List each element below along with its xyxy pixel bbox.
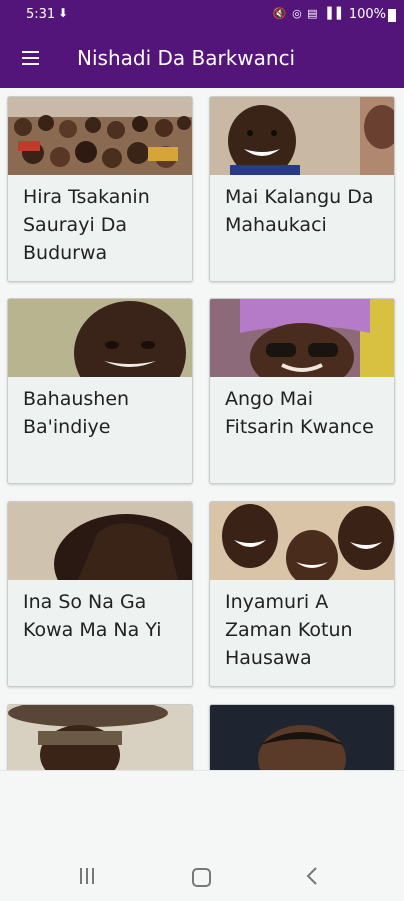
article-title: Inyamuri A Zaman Kotun Hausawa — [225, 591, 353, 669]
download-icon: ⬇ — [58, 6, 69, 20]
article-image-face-in-hands — [8, 502, 192, 580]
article-title: Ina So Na Ga Kowa Ma Na Yi — [23, 591, 162, 641]
article-grid[interactable]: Hira Tsakanin Saurayi Da Budurwa Mai Kal… — [0, 88, 404, 770]
article-image-crowd — [8, 97, 192, 175]
app-title: Nishadi Da Barkwanci — [77, 46, 296, 70]
battery-percent: 100% — [348, 7, 386, 22]
article-card[interactable]: Ina So Na Ga Kowa Ma Na Yi — [7, 501, 193, 687]
menu-icon[interactable] — [22, 51, 39, 65]
app-bar: Nishadi Da Barkwanci — [0, 30, 404, 88]
article-card[interactable] — [7, 704, 193, 770]
battery-icon — [388, 9, 396, 22]
article-image-laughing-boy — [210, 97, 394, 175]
status-time: 5:31 — [26, 7, 56, 22]
article-image-laughing-children — [210, 502, 394, 580]
article-card[interactable]: Inyamuri A Zaman Kotun Hausawa — [209, 501, 395, 687]
article-card[interactable]: Mai Kalangu Da Mahaukaci — [209, 96, 395, 282]
signal-icons: 🔇 ◎ ▤ ▐▐ — [272, 7, 342, 20]
article-image-man-portrait — [210, 705, 394, 770]
status-bar: 5:31 ⬇ 🔇 ◎ ▤ ▐▐ 100% — [0, 0, 404, 30]
article-title: Ango Mai Fitsarin Kwance — [225, 388, 374, 438]
home-icon[interactable] — [192, 868, 211, 887]
article-card[interactable]: Ango Mai Fitsarin Kwance — [209, 298, 395, 484]
article-title: Hira Tsakanin Saurayi Da Budurwa — [23, 186, 150, 264]
system-navigation-bar — [0, 854, 404, 900]
article-title: Mai Kalangu Da Mahaukaci — [225, 186, 374, 236]
article-image-woman-sunglasses — [210, 299, 394, 377]
article-image-laughing-man — [8, 299, 192, 377]
back-icon[interactable] — [305, 866, 319, 886]
article-card[interactable] — [209, 704, 395, 770]
article-card[interactable]: Bahaushen Ba'indiye — [7, 298, 193, 484]
article-card[interactable]: Hira Tsakanin Saurayi Da Budurwa — [7, 96, 193, 282]
article-image-person-with-basket — [8, 705, 192, 770]
article-title: Bahaushen Ba'indiye — [23, 388, 130, 438]
recent-apps-icon[interactable] — [80, 868, 96, 884]
